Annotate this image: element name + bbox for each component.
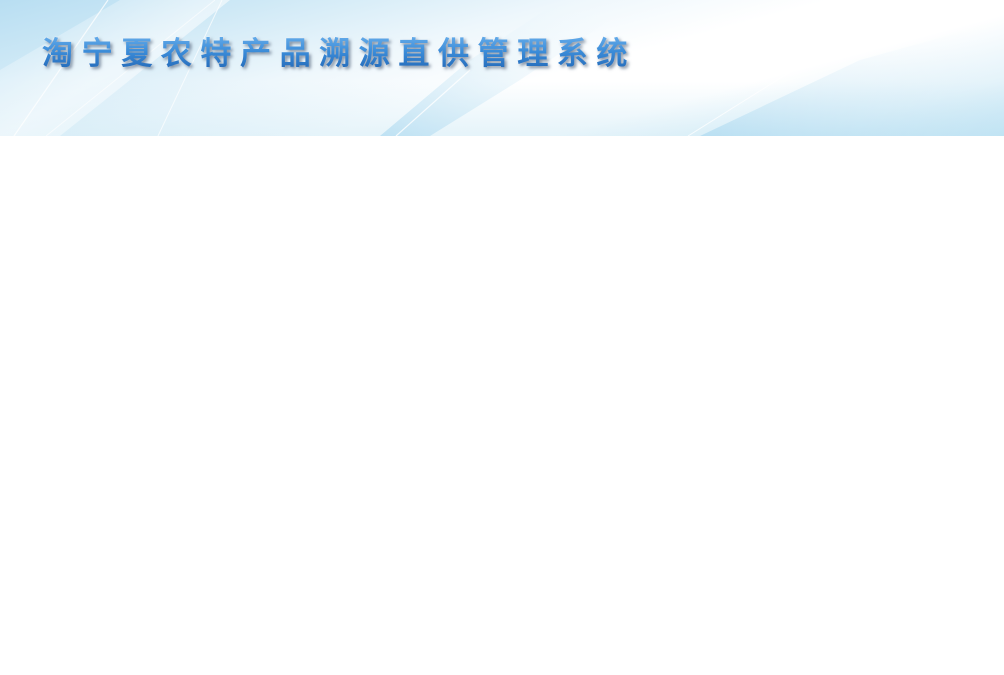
page-title: 淘宁夏农特产品溯源直供管理系统 [42,32,636,76]
decor-band-right [700,20,1004,136]
header-banner: 淘宁夏农特产品溯源直供管理系统 [0,0,1004,136]
app-window: 淘宁夏农特产品溯源直供管理系统 [0,0,1004,675]
main-content-area [0,136,1004,675]
